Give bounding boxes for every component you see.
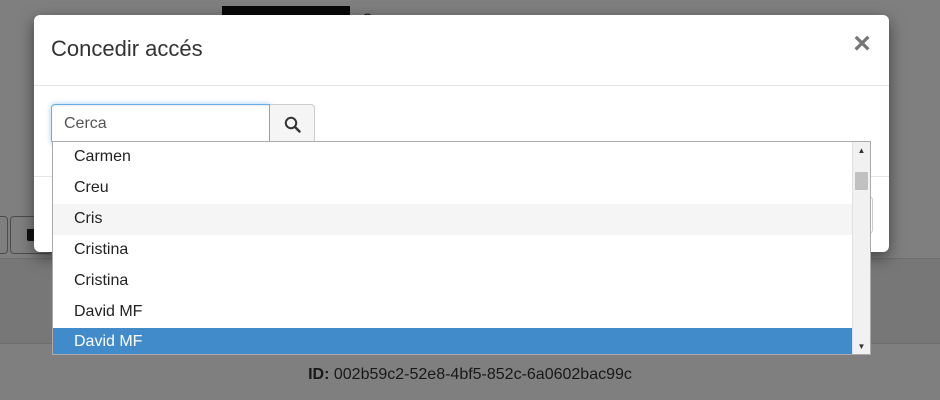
user-dropdown: Carmen Creu Cris Cristina Cristina David…	[52, 141, 871, 355]
search-input[interactable]	[51, 104, 270, 144]
modal-title: Concedir accés	[51, 36, 203, 61]
list-item[interactable]: David MF	[53, 297, 853, 328]
search-button[interactable]	[270, 104, 315, 144]
modal-header: Concedir accés ×	[34, 15, 889, 86]
search-icon	[284, 116, 301, 133]
scroll-up-icon[interactable]: ▲	[853, 142, 870, 158]
scrollbar[interactable]: ▲ ▼	[852, 142, 870, 354]
search-group	[51, 104, 315, 144]
list-item[interactable]: Cristina	[53, 266, 853, 297]
scroll-down-icon[interactable]: ▼	[853, 338, 870, 354]
scroll-thumb[interactable]	[855, 172, 868, 190]
list-item[interactable]: Creu	[53, 173, 853, 204]
list-item-selected[interactable]: David MF	[53, 328, 853, 354]
user-list: Carmen Creu Cris Cristina Cristina David…	[53, 142, 853, 354]
close-button[interactable]: ×	[849, 29, 875, 59]
list-item[interactable]: Carmen	[53, 142, 853, 173]
list-item[interactable]: Cristina	[53, 235, 853, 266]
list-item[interactable]: Cris	[53, 204, 853, 235]
